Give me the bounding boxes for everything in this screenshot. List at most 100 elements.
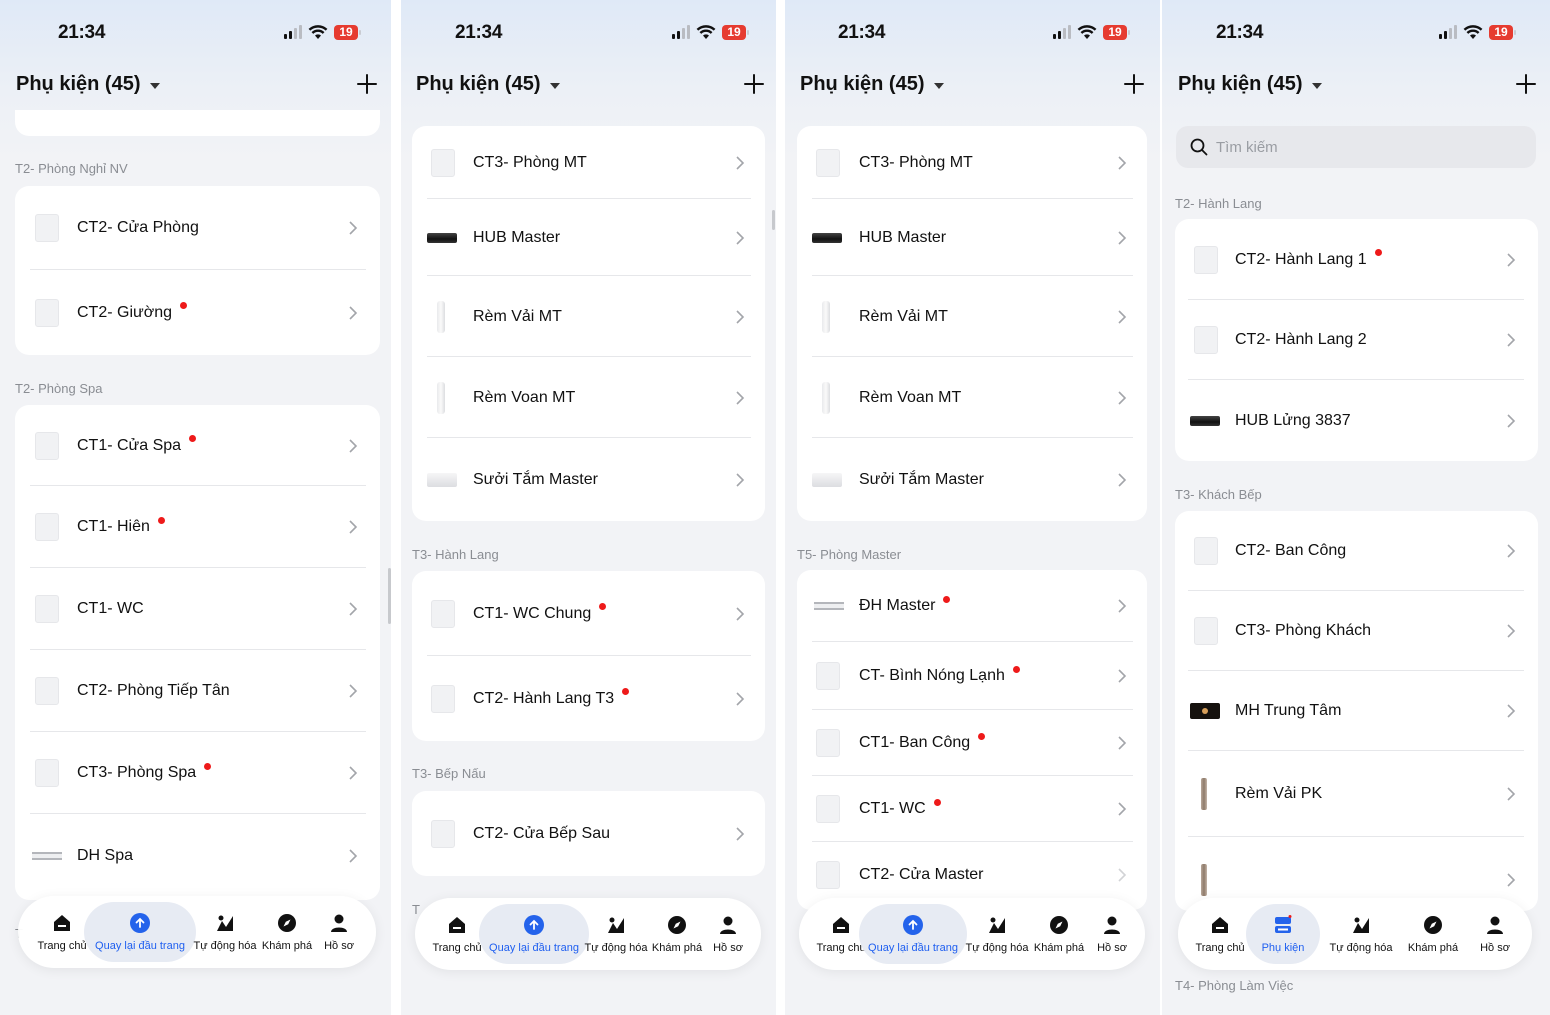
tab-profile[interactable]: Hồ sơ [705,904,751,964]
device-name: CT3- Phòng MT [473,153,587,171]
title-dropdown[interactable]: Phụ kiện (45) [16,73,161,96]
tab-explore[interactable]: Khám phá [258,902,316,962]
device-row[interactable]: CT3- Phòng Spa [15,732,380,814]
tab-explore[interactable]: Khám phá [649,904,705,964]
device-row[interactable]: CT1- WC [15,568,380,650]
switch-device-icon [816,148,840,177]
device-name: CT2- Hành Lang 1 [1235,250,1367,268]
device-row[interactable]: CT2- Giường [15,270,380,355]
device-card: CT3- Phòng MT HUB Master Rèm Vải MT Rèm … [412,126,765,521]
chevron-right-icon [1507,624,1516,638]
device-row[interactable]: CT2- Ban Công [1175,511,1538,591]
chevron-right-icon [1118,309,1127,324]
compass-icon [666,914,688,936]
device-row[interactable]: CT2- Phòng Tiếp Tân [15,650,380,732]
scrollbar[interactable] [772,210,775,230]
add-button[interactable] [1120,70,1148,98]
device-row[interactable]: Rèm Voan MT [797,357,1147,438]
screen-device-icon [1190,703,1220,719]
chevron-right-icon [1118,390,1127,405]
chevron-right-icon [1507,333,1516,347]
chevron-right-icon [1507,413,1516,428]
section-title: T3- Bếp Nấu [412,766,486,781]
device-row[interactable]: MH Trung Tâm [1175,671,1538,751]
device-row[interactable]: CT1- Cửa Spa [15,405,380,486]
tab-profile[interactable]: Hồ sơ [1089,904,1135,964]
device-row[interactable]: HUB Lửng 3837 [1175,380,1538,461]
device-row[interactable]: CT1- Hiên [15,486,380,568]
device-row[interactable]: CT1- Ban Công [797,710,1147,776]
device-row[interactable]: CT2- Hành Lang 1 [1175,219,1538,300]
device-row[interactable]: Rèm Vải MT [412,276,765,357]
add-button[interactable] [1512,70,1540,98]
switch-device-icon [816,729,840,757]
section-title: T2- Phòng Nghỉ NV [15,161,128,176]
device-row[interactable]: Sưởi Tắm Master [412,438,765,521]
chevron-right-icon [349,221,358,235]
device-row[interactable]: CT3- Phòng MT [797,126,1147,199]
device-row[interactable]: ĐH Master [797,570,1147,642]
add-button[interactable] [353,70,381,98]
device-name: ĐH Master [859,597,936,614]
tab-back-to-top[interactable]: Quay lại đầu trang [859,904,967,964]
switch-device-icon [816,795,840,823]
switch-device-icon [431,148,455,177]
person-icon [717,914,739,936]
device-row[interactable]: Rèm Vải PK [1175,751,1538,837]
tab-profile[interactable]: Hồ sơ [316,902,362,962]
heater-icon [812,472,842,487]
tab-back-to-top[interactable]: Quay lại đầu trang [84,902,196,962]
device-row[interactable]: CT3- Phòng Khách [1175,591,1538,671]
search-input[interactable]: Tìm kiếm [1176,126,1536,168]
tab-profile[interactable]: Hồ sơ [1472,904,1518,964]
tab-explore[interactable]: Khám phá [1404,904,1462,964]
tab-automation[interactable]: Tự động hóa [1328,904,1394,964]
tab-bar: Trang chủ Quay lại đầu trang Tự động hóa… [415,898,761,970]
arrow-up-icon [130,913,150,933]
hub-device-icon [812,232,842,243]
switch-device-icon [35,759,59,787]
switch-device-icon [35,595,59,623]
tab-automation[interactable]: Tự động hóa [584,904,648,964]
device-name: CT1- WC [859,800,926,817]
search-icon [1190,138,1208,156]
title-dropdown[interactable]: Phụ kiện (45) [800,73,945,96]
status-time: 21:34 [838,22,886,43]
device-row[interactable]: CT1- WC [797,776,1147,842]
device-row[interactable]: HUB Master [797,199,1147,276]
device-name: Sưởi Tắm Master [473,470,598,488]
title-dropdown[interactable]: Phụ kiện (45) [1178,73,1323,96]
device-row[interactable]: CT3- Phòng MT [412,126,765,199]
device-row[interactable]: HUB Master [412,199,765,276]
battery-icon: 19 [334,24,361,40]
device-name: DH Spa [77,847,134,864]
wifi-icon [308,25,328,39]
chevron-right-icon [349,766,358,780]
device-row[interactable]: Rèm Vải MT [797,276,1147,357]
device-row[interactable]: CT2- Cửa Bếp Sau [412,791,765,876]
device-row[interactable]: DH Spa [15,814,380,898]
scrollbar[interactable] [388,568,391,624]
page-header: Phụ kiện (45) [1162,64,1550,108]
device-row[interactable]: Rèm Voan MT [412,357,765,438]
switch-device-icon [431,819,455,848]
add-button[interactable] [740,70,768,98]
tab-automation[interactable]: Tự động hóa [193,902,257,962]
tab-back-to-top[interactable]: Quay lại đầu trang [479,904,589,964]
offline-dot [978,732,986,740]
tab-automation[interactable]: Tự động hóa [965,904,1029,964]
device-row[interactable]: CT2- Hành Lang 2 [1175,300,1538,380]
status-bar: 21:34 19 [785,0,1160,64]
device-row[interactable]: CT- Bình Nóng Lạnh [797,642,1147,710]
chevron-right-icon [736,472,745,487]
title-dropdown[interactable]: Phụ kiện (45) [416,73,561,96]
device-row[interactable]: CT2- Hành Lang T3 [412,656,765,741]
tab-explore[interactable]: Khám phá [1031,904,1087,964]
device-row[interactable]: CT2- Cửa Phòng [15,186,380,270]
device-row[interactable]: Sưởi Tắm Master [797,438,1147,521]
device-row[interactable]: CT1- WC Chung [412,571,765,656]
switch-device-icon [1194,537,1218,565]
air-conditioner-icon [32,852,62,860]
section-title-partial: T [412,902,420,917]
tab-accessories[interactable]: Phụ kiện [1246,904,1320,964]
